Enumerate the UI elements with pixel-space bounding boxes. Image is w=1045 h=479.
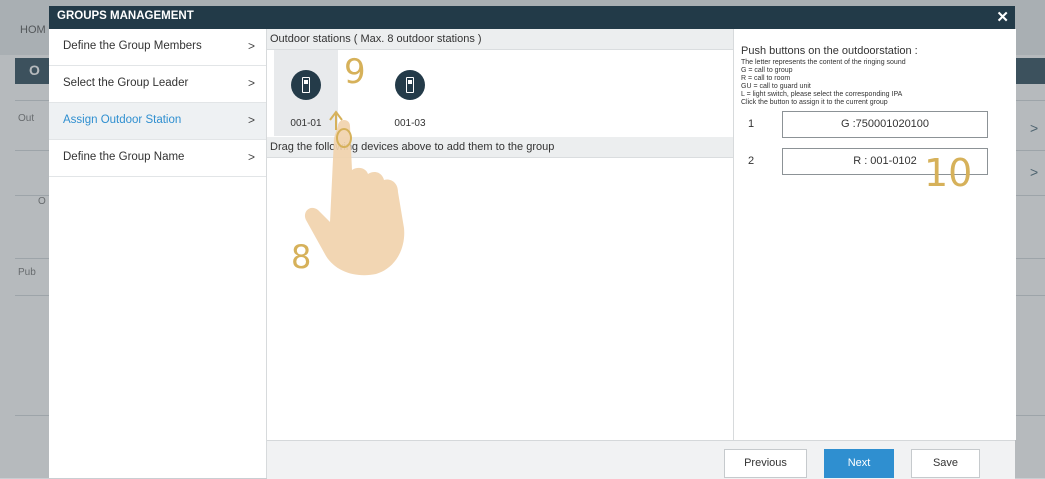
push-button-1[interactable]: G :750001020100 [782,111,988,138]
nav-item-define-group-name[interactable]: Define the Group Name > [49,140,266,177]
push-button-number: 2 [748,155,755,167]
previous-button[interactable]: Previous [724,449,807,478]
dialog-title-bar: GROUPS MANAGEMENT ✕ [49,6,1015,29]
legend-line: R = call to room [741,75,791,82]
close-icon[interactable]: ✕ [996,8,1009,26]
next-button[interactable]: Next [824,449,894,478]
nav-item-label: Assign Outdoor Station [63,114,182,126]
outdoor-stations-header-text: Outdoor stations ( Max. 8 outdoor statio… [270,33,482,45]
chevron-right-icon: > [248,113,256,127]
legend-line: G = call to group [741,67,793,74]
annotation-step-8: 8 [291,238,312,276]
pointing-hand-icon [304,110,405,276]
chevron-right-icon: > [248,150,256,164]
legend-line: L = light switch, please select the corr… [741,91,903,98]
legend-line: GU = call to guard unit [741,83,811,90]
dialog-footer: Previous Next Save [267,440,1015,479]
nav-item-select-group-leader[interactable]: Select the Group Leader > [49,66,266,103]
outdoor-stations-header: Outdoor stations ( Max. 8 outdoor statio… [267,29,733,50]
step-navigation: Define the Group Members > Select the Gr… [49,29,267,478]
push-button-number: 1 [748,118,755,130]
legend-line: Click the button to assign it to the cur… [741,99,888,106]
push-buttons-panel: Push buttons on the outdoorstation : The… [733,29,1016,440]
save-button[interactable]: Save [911,449,980,478]
dialog-title: GROUPS MANAGEMENT [57,10,194,22]
nav-item-label: Define the Group Members [63,40,202,52]
legend-line: The letter represents the content of the… [741,59,906,66]
nav-item-label: Define the Group Name [63,151,185,163]
outdoor-station-icon [291,70,321,100]
chevron-right-icon: > [248,39,256,53]
outdoor-station-icon [395,70,425,100]
chevron-right-icon: > [248,76,256,90]
nav-item-assign-outdoor-station[interactable]: Assign Outdoor Station > [49,103,266,140]
push-buttons-title: Push buttons on the outdoorstation : [741,45,918,57]
groups-management-dialog: GROUPS MANAGEMENT ✕ Define the Group Mem… [49,6,1016,479]
annotation-step-9: 9 [344,52,366,92]
nav-item-label: Select the Group Leader [63,77,189,89]
annotation-step-10: 10 [924,151,973,195]
nav-item-define-group-members[interactable]: Define the Group Members > [49,29,266,66]
